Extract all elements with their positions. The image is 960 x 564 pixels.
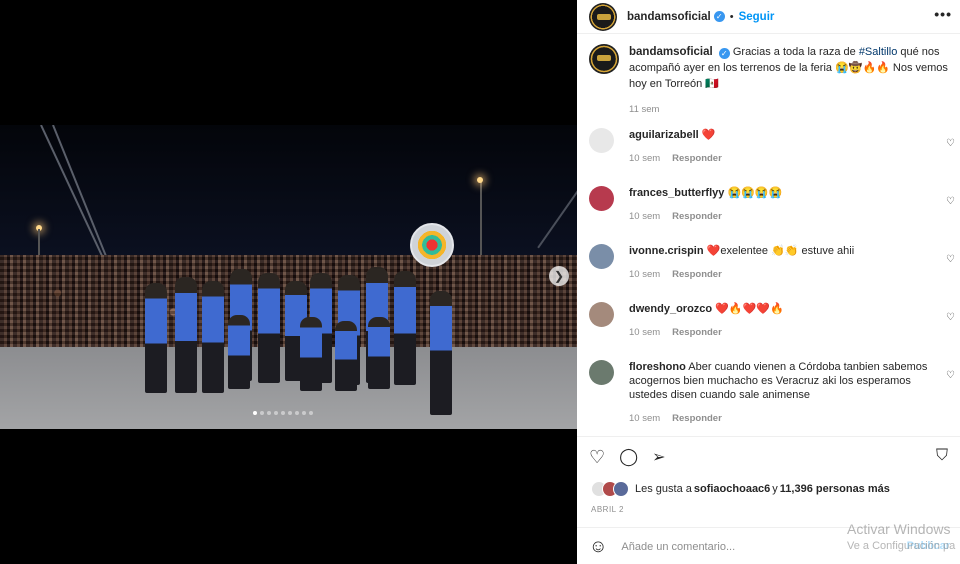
post-side-panel: bandamsoficial ✓ • Seguir ••• bandamsofi… [577, 0, 960, 564]
comment-item: floreshono Aber cuando vienen a Córdoba … [589, 360, 955, 424]
avatar[interactable] [589, 128, 614, 153]
comment-item: frances_butterflyy 😭😭😭😭 10 sem Responder ♡ [589, 186, 955, 222]
post-date: ABRIL 2 [591, 505, 624, 514]
comment-username[interactable]: aguilarizabell [629, 129, 699, 141]
comment-time: 10 sem [629, 327, 661, 338]
windows-activation-subtitle: Ve a Configuración pa [847, 540, 956, 552]
likes-mid: y [772, 483, 778, 495]
carousel-dot [274, 411, 278, 415]
carousel-dot [267, 411, 271, 415]
caption-text: Gracias a toda la raza de [732, 46, 859, 58]
carousel-dot [302, 411, 306, 415]
avatar[interactable] [589, 360, 614, 385]
comment-input[interactable] [621, 540, 842, 553]
avatar[interactable] [589, 244, 614, 269]
more-options-icon[interactable]: ••• [934, 6, 952, 22]
post-caption: bandamsoficial ✓ Gracias a toda la raza … [589, 44, 949, 118]
reply-button[interactable]: Responder [672, 211, 722, 222]
comment-username[interactable]: floreshono [629, 361, 686, 373]
verified-badge-icon: ✓ [718, 48, 730, 59]
post-media: ❯ [0, 0, 577, 564]
avatar [613, 481, 629, 497]
save-bookmark-icon[interactable]: ⛉ [936, 447, 948, 465]
chevron-right-icon: ❯ [553, 269, 565, 283]
post-photo [0, 125, 577, 429]
comment-username[interactable]: dwendy_orozco [629, 303, 712, 315]
comment-text: ❤️exelentee 👏👏 estuve ahii [706, 245, 855, 257]
separator-dot: • [729, 10, 734, 23]
comment-item: dwendy_orozco ❤️🔥❤️❤️🔥 10 sem Responder ♡ [589, 302, 955, 338]
comment-item: aguilarizabell ❤️ 10 sem Responder ♡ [589, 128, 955, 164]
emoji-smile-icon[interactable]: ☺ [589, 536, 607, 557]
avatar[interactable] [589, 302, 614, 327]
comment-item: ivonne.crispin ❤️exelentee 👏👏 estuve ahi… [589, 244, 955, 280]
comment-username[interactable]: frances_butterflyy [629, 187, 724, 199]
likes-summary: Les gusta a sofiaochoaac6 y 11,396 perso… [591, 481, 890, 497]
carousel-indicator [253, 411, 313, 415]
caption-username[interactable]: bandamsoficial [629, 46, 713, 58]
post-header: bandamsoficial ✓ • Seguir ••• [577, 0, 960, 34]
comment-like-heart-icon[interactable]: ♡ [946, 312, 955, 323]
like-heart-icon[interactable]: ♡ [589, 447, 605, 468]
carousel-dot [260, 411, 264, 415]
comment-time: 10 sem [629, 153, 661, 164]
windows-activation-title: Activar Windows [847, 521, 951, 537]
comment-text: ❤️🔥❤️❤️🔥 [715, 303, 784, 315]
avatar[interactable] [589, 186, 614, 211]
comment-like-heart-icon[interactable]: ♡ [946, 370, 955, 381]
likes-user[interactable]: sofiaochoaac6 [694, 483, 770, 495]
likes-count[interactable]: 11,396 personas más [780, 483, 890, 495]
caption-hashtag[interactable]: #Saltillo [859, 46, 898, 58]
carousel-next-button[interactable]: ❯ [549, 266, 569, 286]
reply-button[interactable]: Responder [672, 269, 722, 280]
carousel-dot [309, 411, 313, 415]
comment-time: 10 sem [629, 211, 661, 222]
instagram-post-modal: ❯ bandamsoficial ✓ • Seguir ••• bandamso… [0, 0, 960, 564]
carousel-dot [253, 411, 257, 415]
reply-button[interactable]: Responder [672, 413, 722, 424]
reply-button[interactable]: Responder [672, 327, 722, 338]
comment-like-heart-icon[interactable]: ♡ [946, 196, 955, 207]
likes-prefix: Les gusta a [635, 483, 692, 495]
comment-bubble-icon[interactable]: ◯ [619, 447, 638, 468]
carousel-dot [288, 411, 292, 415]
verified-badge-icon: ✓ [713, 11, 725, 22]
comment-text: ❤️ [701, 129, 716, 141]
follow-button[interactable]: Seguir [739, 11, 775, 23]
reply-button[interactable]: Responder [672, 153, 722, 164]
comment-like-heart-icon[interactable]: ♡ [946, 254, 955, 265]
comment-text: 😭😭😭😭 [727, 187, 783, 199]
carousel-dot [281, 411, 285, 415]
comment-time: 10 sem [629, 269, 661, 280]
author-username[interactable]: bandamsoficial [627, 11, 711, 23]
comment-time: 10 sem [629, 413, 661, 424]
caption-time: 11 sem [629, 104, 660, 115]
caption-avatar[interactable] [589, 44, 619, 74]
comment-like-heart-icon[interactable]: ♡ [946, 138, 955, 149]
likers-avatars [591, 481, 629, 497]
avatar[interactable] [589, 2, 617, 31]
share-send-icon[interactable]: ➢ [652, 447, 665, 468]
comment-username[interactable]: ivonne.crispin [629, 245, 704, 257]
carousel-dot [295, 411, 299, 415]
